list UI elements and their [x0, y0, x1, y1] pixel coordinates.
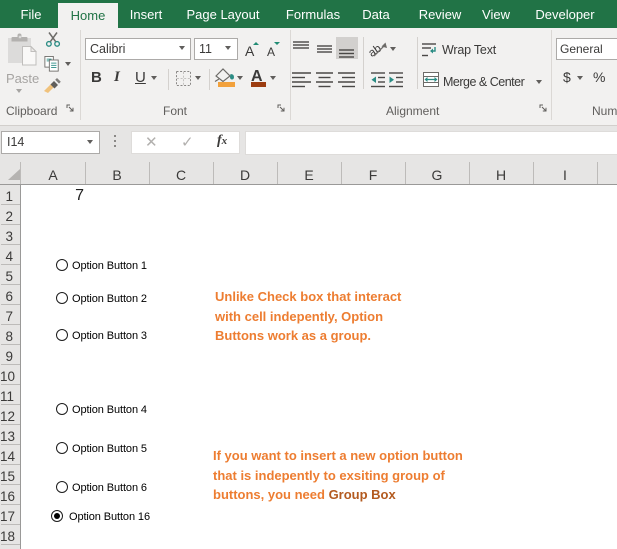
svg-text:ab: ab	[366, 43, 383, 60]
